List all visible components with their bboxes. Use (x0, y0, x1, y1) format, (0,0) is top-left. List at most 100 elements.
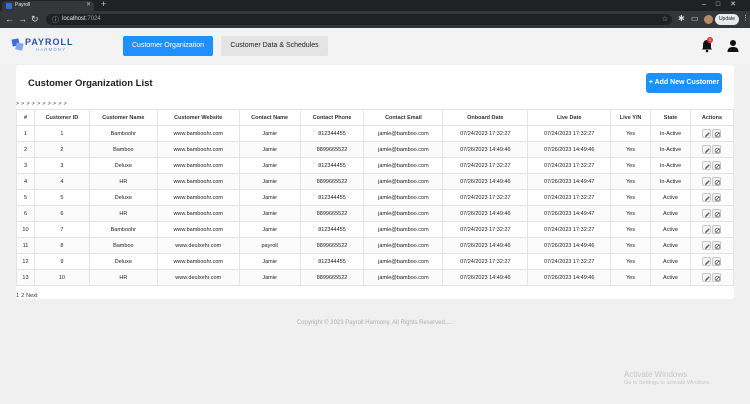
table-cell: jamie@bamboo.com (363, 189, 444, 206)
window-controls[interactable]: –□✕ (702, 0, 746, 8)
table-cell: Jamie (238, 157, 301, 174)
table-cell: 07/24/2023 17:32:27 (442, 125, 529, 142)
logo-title: PAYROLL (25, 37, 74, 47)
col-header[interactable]: Customer Name (88, 109, 158, 126)
edit-icon[interactable] (702, 177, 712, 186)
disable-icon[interactable] (712, 209, 722, 218)
table-cell: Jamie (238, 173, 301, 190)
table-cell: 07/24/2023 17:32:27 (442, 221, 529, 238)
actions-cell (689, 269, 735, 286)
tab-close-icon[interactable]: ✕ (86, 1, 91, 8)
edit-icon[interactable] (702, 193, 712, 202)
browser-menu-icon[interactable]: ⋮ (742, 14, 749, 22)
browser-update-button[interactable]: Update (715, 14, 739, 25)
sidepanel-icon[interactable]: ▭ (691, 14, 699, 23)
table-cell: Deluxe (88, 253, 158, 270)
app-header: PAYROLL HARMONY Customer Organization Cu… (0, 28, 750, 64)
table-cell: jamie@bamboo.com (363, 237, 444, 254)
disable-icon[interactable] (712, 273, 722, 282)
table-cell: jamie@bamboo.com (363, 141, 444, 158)
col-header[interactable]: Contact Phone (299, 109, 365, 126)
edit-icon[interactable] (702, 145, 712, 154)
table-cell: Yes (610, 125, 652, 142)
browser-tab[interactable]: Payroll ✕ (2, 1, 94, 11)
user-account-icon[interactable] (727, 39, 739, 53)
disable-icon[interactable] (712, 257, 722, 266)
table-cell: jamie@bamboo.com (363, 269, 444, 286)
disable-icon[interactable] (712, 145, 722, 154)
col-header[interactable]: State (650, 109, 691, 126)
disable-icon[interactable] (712, 129, 722, 138)
table-cell: 6 (33, 205, 90, 222)
col-header[interactable]: Customer ID (33, 109, 90, 126)
table-cell: Bamboohr (88, 221, 158, 238)
disable-icon[interactable] (712, 193, 722, 202)
col-header[interactable]: Contact Name (238, 109, 301, 126)
page-link-1[interactable]: 1 (16, 293, 19, 299)
profile-avatar[interactable] (704, 15, 713, 24)
table-cell: 4 (33, 173, 90, 190)
edit-icon[interactable] (702, 161, 712, 170)
col-header[interactable]: # (16, 109, 35, 126)
col-header[interactable]: Live Y/N (610, 109, 652, 126)
forward-icon[interactable]: → (18, 14, 27, 24)
edit-icon[interactable] (702, 209, 712, 218)
col-header[interactable]: Onboard Date (442, 109, 529, 126)
table-cell: 12 (16, 253, 35, 270)
table-cell: Jamie (238, 253, 301, 270)
table-cell: HR (88, 205, 158, 222)
site-info-icon[interactable]: ⓘ (52, 15, 59, 25)
table-cell: Bamboohr (88, 125, 158, 142)
table-cell: 5 (16, 189, 35, 206)
table-cell: www.deulxehr.com (156, 269, 240, 286)
page-link-2[interactable]: 2 (21, 293, 24, 299)
table-cell: 07/24/2023 17:32:27 (442, 157, 529, 174)
table-cell: 07/26/2023 14:49:46 (527, 237, 612, 254)
col-header[interactable]: Customer Website (156, 109, 240, 126)
new-tab-icon[interactable]: + (101, 0, 106, 9)
nav-customer-data-schedules[interactable]: Customer Data & Schedules (221, 36, 328, 56)
table-cell: HR (88, 173, 158, 190)
scroll-arrows[interactable]: > > > > > > > > > > (16, 101, 67, 107)
disable-icon[interactable] (712, 177, 722, 186)
edit-icon[interactable] (702, 225, 712, 234)
edit-icon[interactable] (702, 129, 712, 138)
col-header[interactable]: Live Date (527, 109, 612, 126)
actions-cell (689, 189, 735, 206)
edit-icon[interactable] (702, 241, 712, 250)
table-cell: 07/26/2023 14:49:46 (442, 173, 529, 190)
table-cell: Yes (610, 205, 652, 222)
page-next-link[interactable]: Next (26, 293, 37, 299)
table-row: 1 1 Bamboohr www.bamboohr.com Jamie 812344455… (16, 125, 735, 142)
table-cell: 07/26/2023 14:49:47 (527, 173, 612, 190)
disable-icon[interactable] (712, 161, 722, 170)
footer-copyright: Copyright © 2023 Payroll Harmony. All Ri… (296, 320, 454, 326)
nav-customer-organization[interactable]: Customer Organization (123, 36, 213, 56)
table-cell: Jamie (238, 269, 301, 286)
address-bar[interactable]: ⓘ localhost:7024 ☆ (46, 14, 672, 25)
table-cell: 10 (33, 269, 90, 286)
add-new-customer-button[interactable]: + Add New Customer (646, 73, 722, 93)
table-cell: 07/24/2023 17:32:27 (527, 221, 612, 238)
disable-icon[interactable] (712, 241, 722, 250)
logo-subtitle: HARMONY (36, 47, 67, 52)
table-row: 4 4 HR www.bamboohr.com Jamie 8899665522 jamie… (16, 173, 735, 190)
col-header[interactable]: Contact Email (363, 109, 444, 126)
extensions-icon[interactable]: ✱ (678, 14, 685, 23)
table-cell: 8899665522 (299, 173, 365, 190)
table-cell: In-Active (650, 173, 691, 190)
table-cell: 812344455 (299, 253, 365, 270)
disable-icon[interactable] (712, 225, 722, 234)
actions-cell (689, 221, 735, 238)
table-cell: 07/26/2023 14:49:46 (442, 269, 529, 286)
table-cell: 07/26/2023 14:49:46 (442, 141, 529, 158)
reload-icon[interactable]: ↻ (31, 14, 39, 25)
edit-icon[interactable] (702, 257, 712, 266)
edit-icon[interactable] (702, 273, 712, 282)
table-cell: www.bamboohr.com (156, 125, 240, 142)
back-icon[interactable]: ← (5, 14, 14, 24)
browser-toolbar: ← → ↻ ⓘ localhost:7024 ☆ ✱ ▭ Update ⋮ (0, 11, 750, 28)
table-cell: www.bamboohr.com (156, 157, 240, 174)
table-cell: In-Active (650, 157, 691, 174)
bookmark-star-icon[interactable]: ☆ (662, 15, 668, 23)
